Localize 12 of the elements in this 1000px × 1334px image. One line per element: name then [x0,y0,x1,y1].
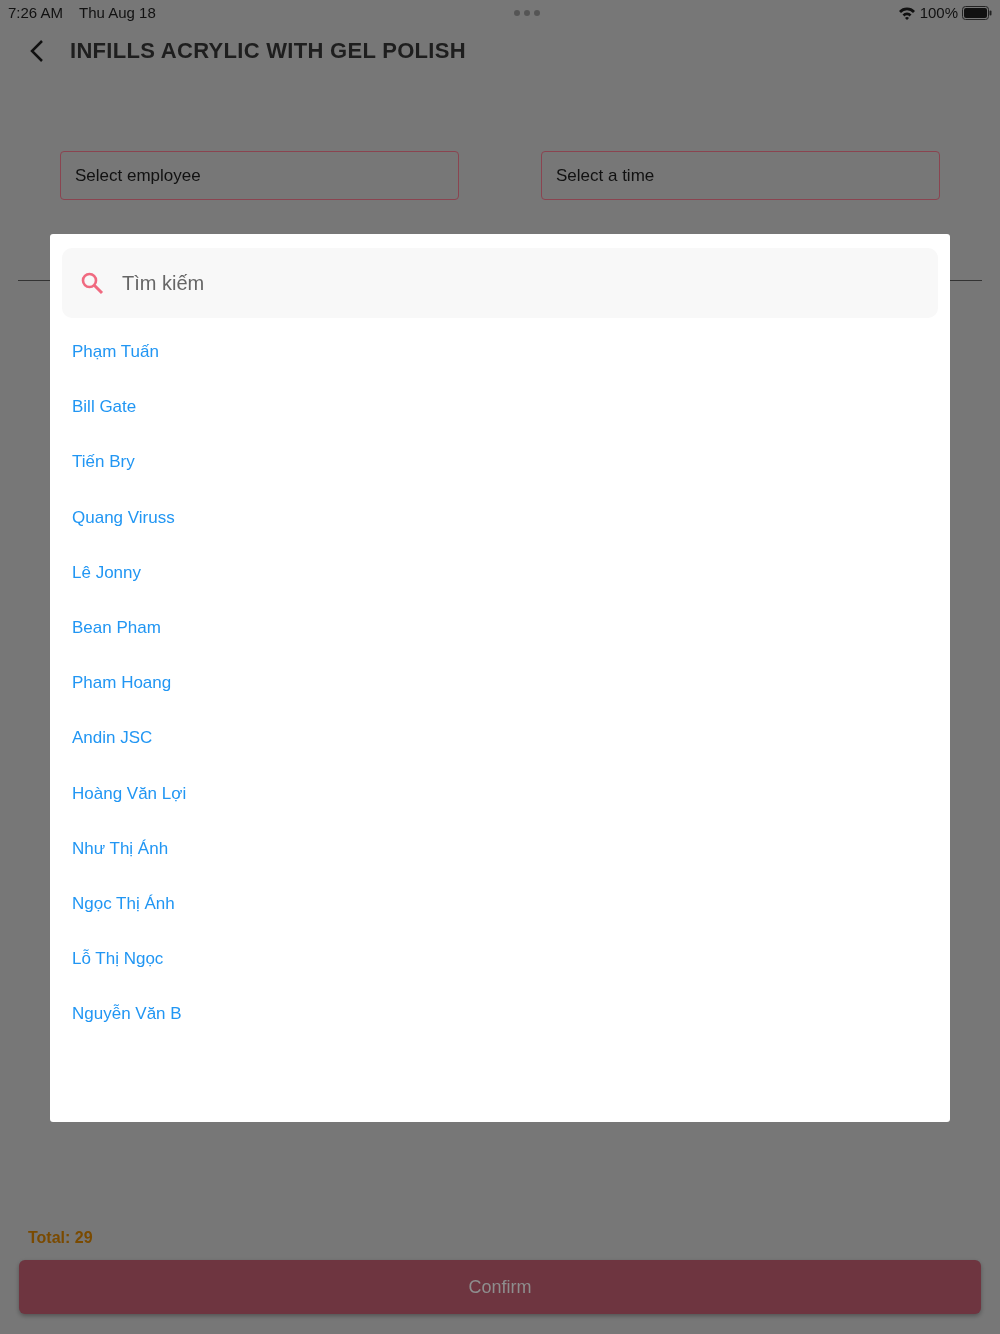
status-time: 7:26 AM [8,2,64,23]
total-label: Total: 29 [27,1228,94,1248]
battery-icon [962,6,992,20]
page-title: INFILLS ACRYLIC WITH GEL POLISH [70,37,466,65]
select-field[interactable]: Select employee [60,151,459,200]
search-field[interactable]: Tìm kiếm [62,248,938,318]
battery-percent: 100% [919,2,958,23]
select-field[interactable]: Select a time [541,151,940,200]
wifi-icon [897,6,916,20]
back-icon[interactable] [30,39,44,63]
multitasking-dots-icon[interactable] [513,10,540,16]
status-date: Thu Aug 18 [79,2,156,23]
